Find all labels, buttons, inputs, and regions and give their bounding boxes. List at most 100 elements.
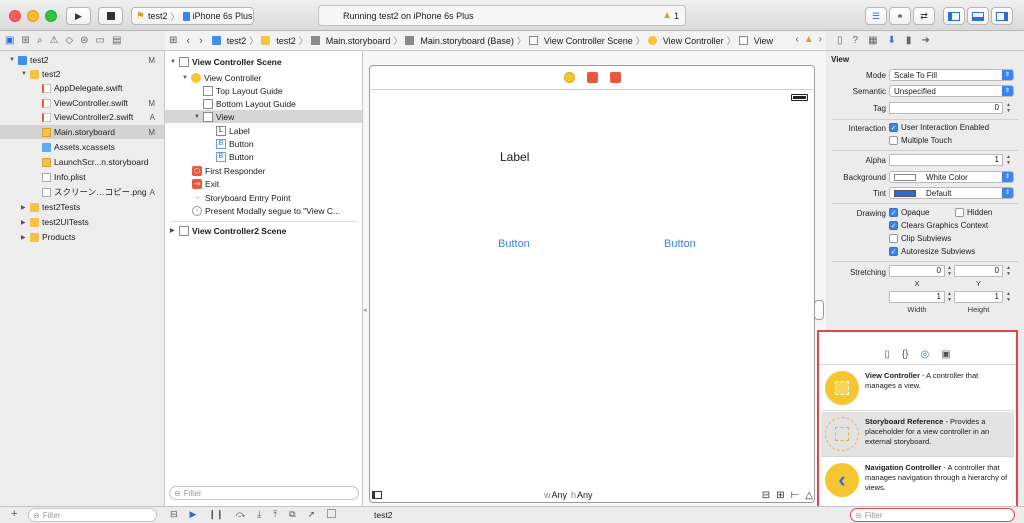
project-navigator-icon[interactable]: ▣ xyxy=(5,35,14,46)
view-controller-icon[interactable] xyxy=(563,71,575,83)
pause-icon[interactable]: ❙❙ xyxy=(208,509,223,520)
code-snippet-icon[interactable]: {} xyxy=(902,349,909,360)
toggle-navigator-button[interactable] xyxy=(943,7,965,25)
outline-item[interactable]: ⇥ Exit xyxy=(192,177,219,190)
previous-issue-button[interactable]: ‹ xyxy=(795,34,798,45)
navigator-item-group[interactable]: ▶ Products xyxy=(0,230,164,244)
navigator-item-file[interactable]: LaunchScr...n.storyboard xyxy=(0,155,164,169)
step-over-icon[interactable]: ⤼ xyxy=(236,509,246,520)
outline-item[interactable]: Top Layout Guide xyxy=(203,84,283,97)
breadcrumb-localization[interactable]: Main.storyboard (Base) xyxy=(420,36,514,46)
toggle-debug-button[interactable] xyxy=(967,7,989,25)
navigator-item-file[interactable]: スクリーン…コピー.png A xyxy=(0,185,164,199)
stack-icon[interactable]: ⊟ xyxy=(762,490,770,501)
stretch-y-field[interactable]: 0 xyxy=(954,265,1003,277)
scroll-handle[interactable] xyxy=(814,300,824,320)
zoom-window-button[interactable] xyxy=(45,10,57,22)
help-inspector-icon[interactable]: ? xyxy=(853,35,859,46)
alpha-stepper[interactable]: ▲ ▼ xyxy=(1005,154,1012,166)
location-icon[interactable]: ➚ xyxy=(308,509,316,520)
stretch-x-field[interactable]: 0 xyxy=(889,265,945,277)
autoresize-checkbox[interactable]: ✓ Autoresize Subviews xyxy=(889,247,975,256)
align-icon[interactable]: ⊞ xyxy=(776,490,784,501)
forward-button[interactable]: › xyxy=(199,35,203,47)
canvas-label[interactable]: Label xyxy=(500,150,529,164)
tag-field[interactable]: 0 xyxy=(889,102,1003,114)
outline-item[interactable]: Bottom Layout Guide xyxy=(203,97,296,110)
next-issue-button[interactable]: › xyxy=(819,34,822,45)
navigator-item-file[interactable]: AppDelegate.swift xyxy=(0,81,164,95)
hidden-checkbox[interactable]: Hidden xyxy=(955,208,992,217)
navigator-item-file[interactable]: ViewController2.swift A xyxy=(0,110,164,124)
test-navigator-icon[interactable]: ◇ xyxy=(65,35,73,46)
tint-popup[interactable]: Default ⇕ xyxy=(889,187,1014,199)
clip-subviews-checkbox[interactable]: Clip Subviews xyxy=(889,234,951,243)
warning-badge[interactable]: ▲ 1 xyxy=(662,10,679,21)
navigator-item-file[interactable]: Assets.xcassets xyxy=(0,140,164,154)
outline-scene-header[interactable]: ▶ View Controller2 Scene xyxy=(170,224,286,237)
outline-item[interactable]: ⬡ First Responder xyxy=(192,164,265,177)
breadcrumb-view[interactable]: View xyxy=(754,36,773,46)
multiple-touch-checkbox[interactable]: Multiple Touch xyxy=(889,136,952,145)
stretch-y-stepper[interactable]: ▲ ▼ xyxy=(1005,265,1012,277)
breadcrumb-project[interactable]: test2 xyxy=(227,36,247,46)
view-controller-frame[interactable]: Label Button Button xyxy=(369,65,815,503)
add-file-button[interactable]: + xyxy=(11,508,17,520)
resolve-icon[interactable]: △ xyxy=(805,490,813,501)
user-interaction-checkbox[interactable]: ✓ User Interaction Enabled xyxy=(889,123,989,132)
clears-graphics-checkbox[interactable]: ✓ Clears Graphics Context xyxy=(889,221,988,230)
navigator-item-project[interactable]: ▼ test2 M xyxy=(0,53,164,67)
library-item-storyboard-reference[interactable]: Storyboard Reference - Provides a placeh… xyxy=(821,412,1014,457)
semantic-popup[interactable]: Unspecified ⇕ xyxy=(889,85,1014,97)
stretch-width-stepper[interactable]: ▲ ▼ xyxy=(946,291,953,303)
breakpoints-icon[interactable]: ▶ xyxy=(190,509,197,520)
outline-toggle-icon[interactable] xyxy=(372,491,382,499)
library-item-navigation-controller[interactable]: ‹ Navigation Controller - A controller t… xyxy=(821,458,1014,503)
stretch-height-stepper[interactable]: ▲ ▼ xyxy=(1005,291,1012,303)
size-class-control[interactable]: w Any h Any xyxy=(544,490,593,500)
panel-resize-handle[interactable]: ◂ xyxy=(363,306,367,314)
stretch-width-field[interactable]: 1 xyxy=(889,291,945,303)
file-template-icon[interactable]: ▯ xyxy=(884,349,890,360)
canvas-button-1[interactable]: Button xyxy=(498,238,530,250)
background-popup[interactable]: White Color ⇕ xyxy=(889,171,1014,183)
size-inspector-icon[interactable]: ▮ xyxy=(906,35,912,46)
report-navigator-icon[interactable]: ▤ xyxy=(112,35,121,46)
stop-button[interactable] xyxy=(98,7,123,25)
navigator-item-file[interactable]: Info.plist xyxy=(0,170,164,184)
issue-warning-icon[interactable]: ▲ xyxy=(804,34,814,45)
outline-item[interactable]: → Storyboard Entry Point xyxy=(192,191,291,204)
symbol-navigator-icon[interactable]: ⊞ xyxy=(21,35,29,46)
view-debugger-icon[interactable]: ⧉ xyxy=(289,509,295,520)
connections-inspector-icon[interactable]: ➜ xyxy=(921,35,929,46)
media-library-icon[interactable]: ▣ xyxy=(941,349,950,360)
alpha-field[interactable]: 1 xyxy=(889,154,1003,166)
attributes-inspector-icon[interactable]: ⬇ xyxy=(888,35,896,46)
run-button[interactable]: ▶ xyxy=(66,7,91,25)
mode-popup[interactable]: Scale To Fill ⇕ xyxy=(889,69,1014,81)
breadcrumb-controller[interactable]: View Controller xyxy=(663,36,724,46)
pin-icon[interactable]: ⊢ xyxy=(791,490,800,501)
object-library-icon[interactable]: ◎ xyxy=(921,349,930,360)
opaque-checkbox[interactable]: ✓ Opaque xyxy=(889,208,929,217)
breadcrumb-group[interactable]: test2 xyxy=(276,36,296,46)
first-responder-icon[interactable] xyxy=(586,71,598,83)
exit-icon[interactable] xyxy=(609,71,621,83)
step-out-icon[interactable]: ⤒ xyxy=(273,509,277,520)
standard-editor-button[interactable]: ☰ xyxy=(865,7,887,25)
outline-item-view-selected[interactable]: ▼ View xyxy=(165,110,362,123)
breadcrumb-scene[interactable]: View Controller Scene xyxy=(544,36,633,46)
navigator-item-file-selected[interactable]: Main.storyboard M xyxy=(0,125,164,139)
issue-navigator-icon[interactable]: ⚠ xyxy=(49,35,58,46)
breakpoint-navigator-icon[interactable]: ▭ xyxy=(96,35,105,46)
assistant-editor-button[interactable]: ⚭ xyxy=(889,7,911,25)
outline-scene-header[interactable]: ▼ View Controller Scene xyxy=(170,55,282,68)
toggle-utilities-button[interactable] xyxy=(991,7,1013,25)
find-navigator-icon[interactable]: ⌕ xyxy=(37,35,43,46)
stretch-x-stepper[interactable]: ▲ ▼ xyxy=(946,265,953,277)
canvas-button-2[interactable]: Button xyxy=(664,238,696,250)
outline-item[interactable]: L Label xyxy=(216,124,250,137)
outline-item-view-controller[interactable]: ▼ View Controller xyxy=(182,71,261,84)
breadcrumb-file[interactable]: Main.storyboard xyxy=(326,36,391,46)
outline-item[interactable]: B Button xyxy=(216,150,254,163)
